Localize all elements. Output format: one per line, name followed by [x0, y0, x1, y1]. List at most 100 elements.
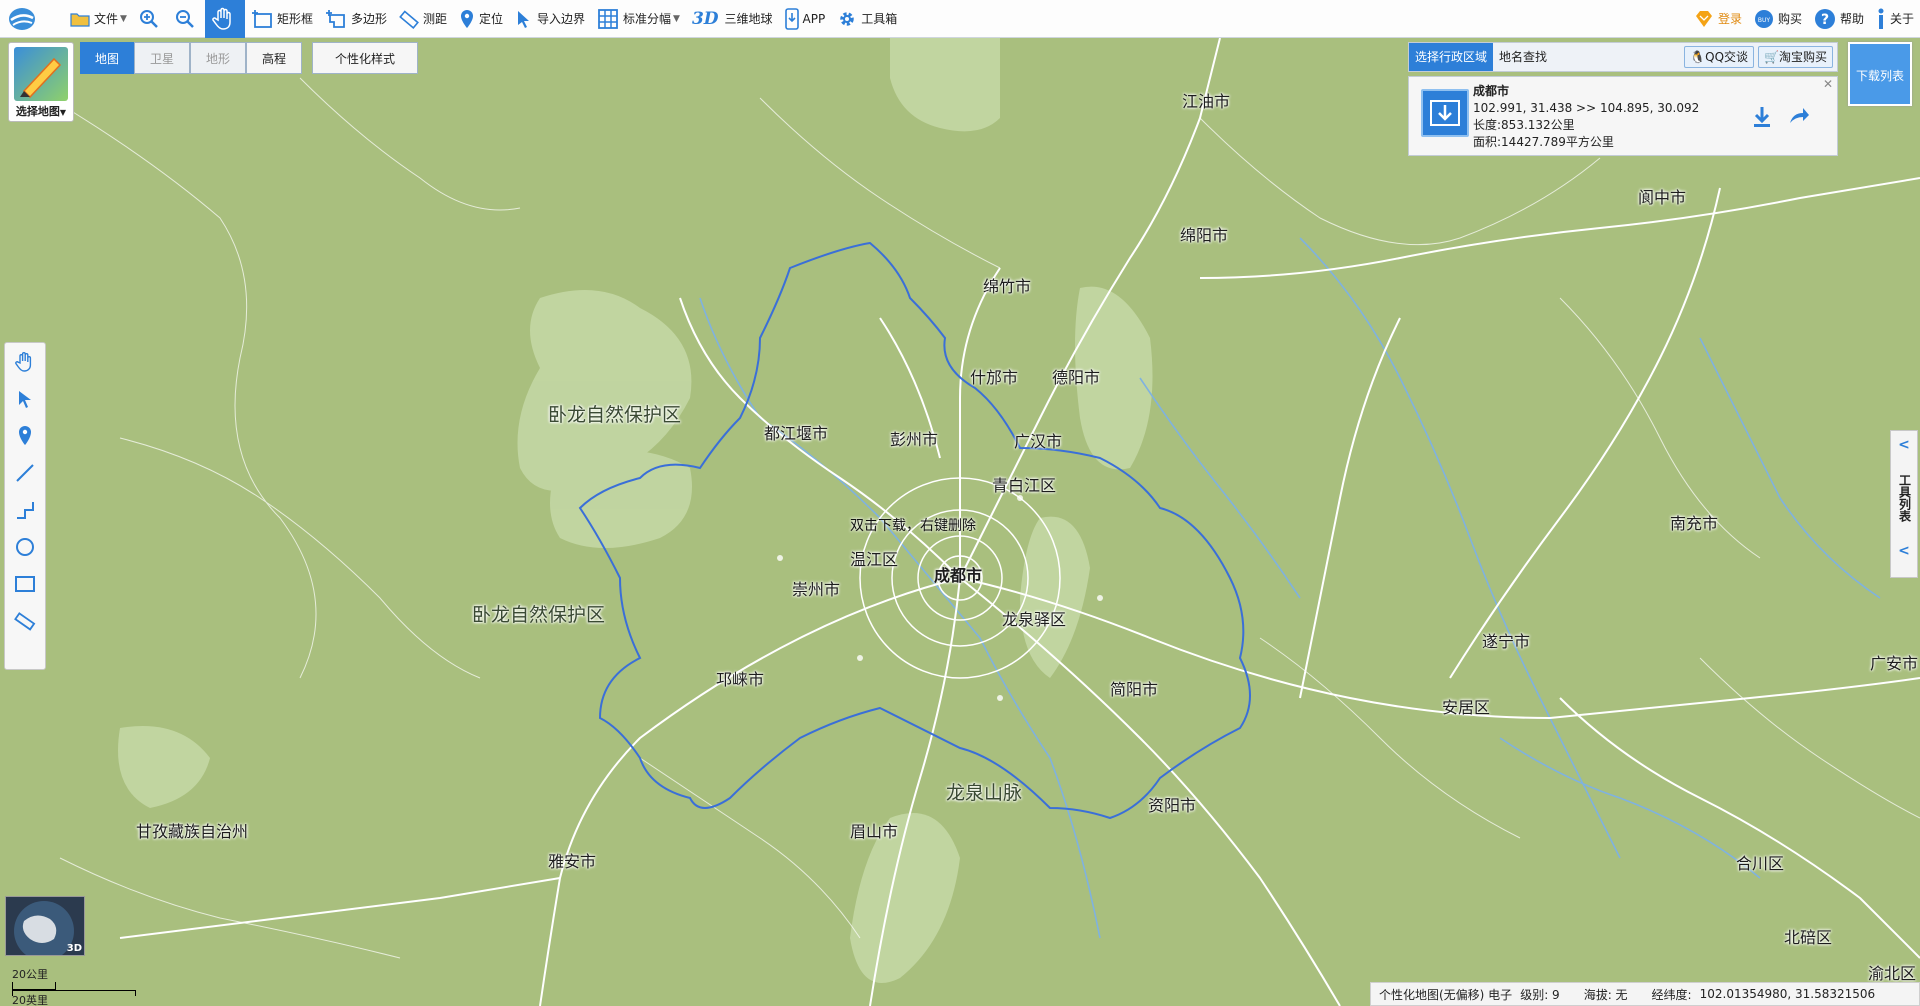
locate-button[interactable]: 定位: [453, 0, 509, 38]
zoom-in-button[interactable]: [133, 0, 169, 38]
pan-button[interactable]: [204, 0, 245, 38]
place-label: 崇州市: [792, 580, 841, 599]
place-label: 德阳市: [1052, 368, 1101, 387]
map-thumbnail: [14, 47, 68, 101]
tab-select-region[interactable]: 选择行政区域: [1409, 43, 1494, 71]
draw-select-tool[interactable]: [5, 380, 45, 417]
marker-pin-icon: [19, 425, 31, 445]
place-label: 简阳市: [1110, 680, 1159, 699]
svg-text:BUY: BUY: [1758, 17, 1771, 24]
map-type-map[interactable]: 地图: [80, 42, 134, 74]
help-button[interactable]: ? 帮助: [1808, 0, 1870, 38]
standard-sheet-menu[interactable]: 标准分幅 ▼: [591, 0, 686, 38]
place-label: 南充市: [1670, 514, 1719, 533]
rectangle-icon: [15, 575, 35, 592]
map-type-terrain[interactable]: 地形: [190, 42, 246, 74]
3d-globe-label: 三维地球: [724, 12, 773, 26]
place-label: 合川区: [1736, 854, 1785, 873]
place-label: 彭州市: [890, 430, 939, 449]
place-label: 资阳市: [1148, 796, 1197, 815]
place-label: 遂宁市: [1482, 632, 1531, 651]
login-diamond-icon: [1695, 10, 1712, 27]
map-type-elevation[interactable]: 高程: [246, 42, 302, 74]
download-hint: 双击下载，右键删除: [850, 518, 976, 534]
measure-distance-label: 测距: [422, 12, 447, 26]
close-icon[interactable]: ✕: [1823, 77, 1833, 91]
draw-pan-tool[interactable]: [5, 343, 45, 380]
status-lnglat: 102.01354980, 31.58321506: [1699, 987, 1876, 1001]
folder-icon: [70, 12, 90, 27]
grid-icon: [598, 8, 618, 29]
chevron-left-icon[interactable]: <: [1891, 543, 1917, 559]
pan-hand-icon: [212, 7, 231, 30]
rectangle-select-label: 矩形框: [276, 12, 313, 26]
circle-icon: [16, 537, 34, 556]
app-logo: [0, 0, 44, 38]
place-label: 卧龙自然保护区: [548, 404, 682, 426]
select-map-button[interactable]: 选择地图▼: [8, 42, 74, 122]
about-button[interactable]: 关于: [1870, 0, 1920, 38]
region-info-card[interactable]: 成都市 102.991, 31.438 >> 104.895, 30.092 长…: [1408, 76, 1838, 156]
place-label: 甘孜藏族自治州: [136, 822, 249, 841]
status-zoom-level: 级别: 9: [1520, 987, 1560, 1002]
download-icon[interactable]: [1751, 105, 1773, 129]
import-boundary-button[interactable]: 导入边界: [509, 0, 591, 38]
place-label: 广安市: [1870, 654, 1919, 673]
draw-measure-tool[interactable]: [5, 602, 45, 639]
draw-circle-tool[interactable]: [5, 528, 45, 565]
buy-button[interactable]: BUY 购买: [1748, 0, 1808, 38]
place-label: 眉山市: [850, 822, 899, 841]
map-type-custom-style[interactable]: 个性化样式: [312, 42, 418, 74]
download-region-icon[interactable]: [1421, 89, 1469, 137]
place-label: 龙泉山脉: [946, 782, 1023, 804]
rectangle-select-icon: [251, 9, 272, 28]
scale-mi-label: 20英里: [12, 994, 48, 1006]
gear-icon: [840, 11, 854, 26]
draw-marker-tool[interactable]: [5, 417, 45, 454]
region-area: 面积:14427.789平方公里: [1473, 135, 1614, 149]
hand-icon: [15, 351, 32, 372]
chevron-left-icon[interactable]: <: [1891, 437, 1917, 453]
svg-text:?: ?: [1821, 12, 1829, 28]
locate-label: 定位: [478, 12, 503, 26]
qq-icon: 🐧: [1690, 50, 1706, 64]
zoom-in-icon: [139, 9, 158, 28]
rectangle-select-button[interactable]: 矩形框: [245, 0, 319, 38]
about-label: 关于: [1889, 12, 1914, 26]
place-label: 邛崃市: [716, 670, 765, 689]
polygon-select-button[interactable]: 多边形: [319, 0, 393, 38]
place-label: 成都市: [934, 566, 983, 585]
tool-list-panel[interactable]: < 工具列表 <: [1890, 430, 1918, 578]
app-label: APP: [802, 11, 826, 26]
select-map-label: 选择地图: [15, 105, 60, 118]
place-label: 安居区: [1442, 698, 1491, 717]
place-label: 都江堰市: [764, 424, 829, 443]
login-button[interactable]: 登录: [1688, 0, 1748, 38]
qq-chat-button[interactable]: 🐧QQ交谈: [1684, 46, 1755, 68]
draw-polyline-tool[interactable]: [5, 491, 45, 528]
polygon-select-label: 多边形: [350, 12, 387, 26]
region-name: 成都市: [1473, 84, 1510, 98]
map-type-satellite[interactable]: 卫星: [134, 42, 190, 74]
line-icon: [16, 463, 34, 482]
toolbox-button[interactable]: 工具箱: [831, 0, 903, 38]
file-menu[interactable]: 文件 ▼: [64, 0, 133, 38]
polygon-select-icon: [325, 9, 345, 28]
share-arrow-icon[interactable]: [1787, 105, 1811, 127]
measure-distance-button[interactable]: 测距: [393, 0, 453, 38]
draw-rectangle-tool[interactable]: [5, 565, 45, 602]
status-lnglat-label: 经纬度:: [1651, 987, 1692, 1002]
taobao-buy-label: 淘宝购买: [1778, 50, 1827, 64]
3d-globe-button[interactable]: 3D 三维地球: [686, 0, 779, 38]
place-label: 广汉市: [1014, 432, 1063, 451]
app-button[interactable]: APP: [779, 0, 832, 38]
tab-place-search[interactable]: 地名查找: [1493, 43, 1553, 71]
scale-bar: 20公里 20英里: [12, 966, 136, 1006]
globe-minimap[interactable]: 3D: [5, 896, 85, 956]
draw-line-tool[interactable]: [5, 454, 45, 491]
phone-download-icon: [784, 7, 799, 30]
zoom-out-button[interactable]: [169, 0, 205, 38]
scale-km-bar: [12, 982, 56, 990]
download-list-button[interactable]: 下载列表: [1848, 42, 1912, 106]
taobao-buy-button[interactable]: 🛒淘宝购买: [1758, 46, 1833, 68]
